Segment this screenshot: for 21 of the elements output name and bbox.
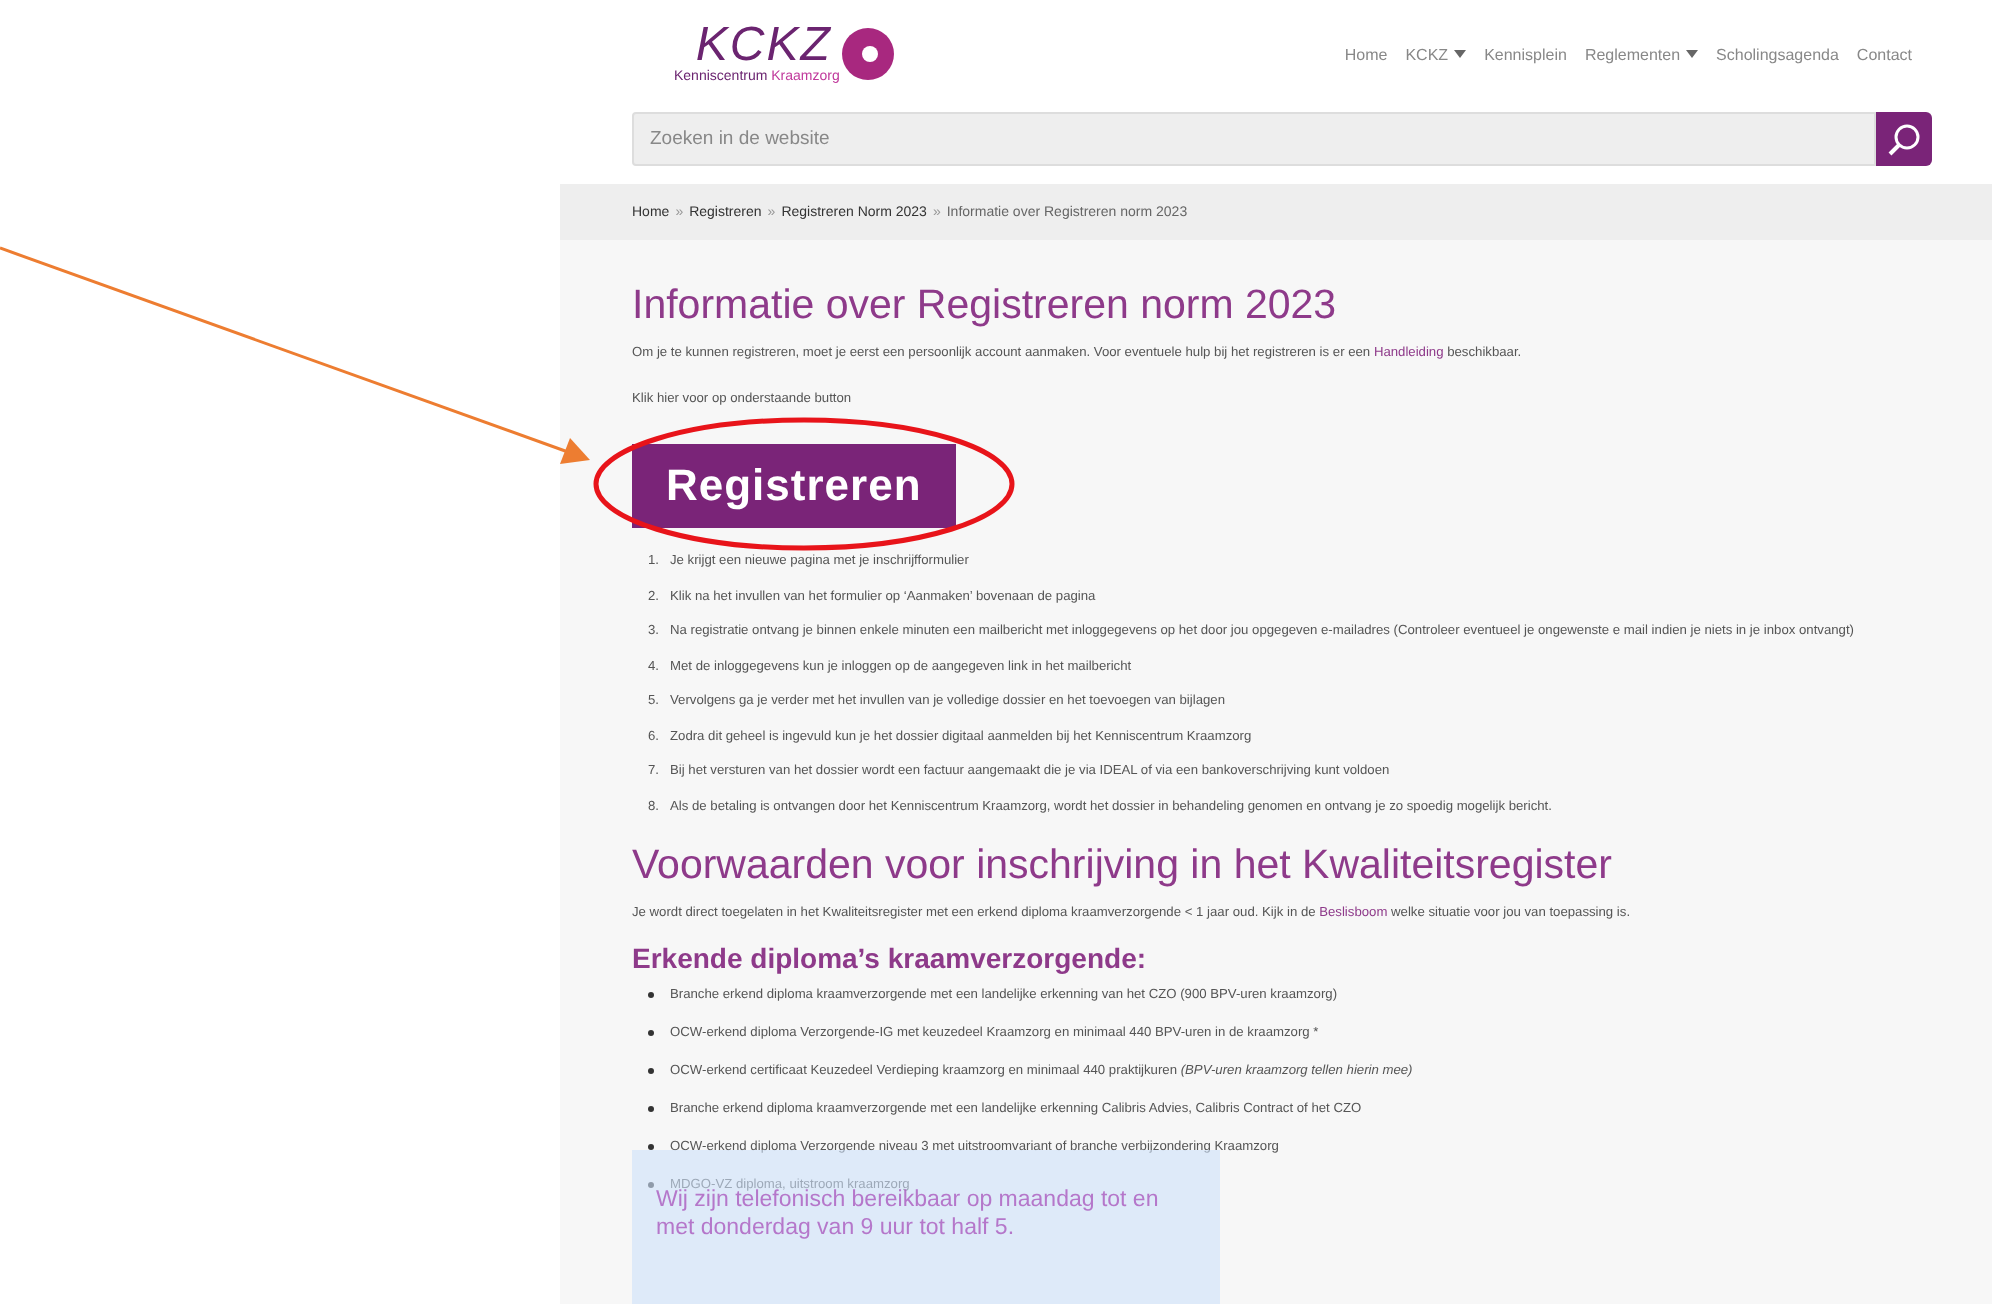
search-icon [1886,121,1922,157]
register-button[interactable]: Registreren [632,444,956,528]
nav-link[interactable]: Home [1344,45,1388,63]
section-title: Voorwaarden voor inschrijving in het Kwaliteitsregister [632,839,1614,891]
nav-link[interactable]: Scholingsagenda [1716,45,1839,63]
page-title: Informatie over Registreren norm 2023 [632,280,1339,332]
bullet-icon [648,1030,654,1036]
nav-link[interactable]: Contact [1856,45,1912,63]
bullet-icon [648,1144,654,1150]
bullet-icon [648,1068,654,1074]
nav-link[interactable]: KCKZ [1405,45,1467,63]
bullet-icon [648,992,654,998]
nav-link[interactable]: Kennisplein [1484,45,1567,63]
subsection-title: Erkende diploma’s kraamverzorgende: [632,939,1149,975]
nav-link[interactable]: Reglementen [1584,45,1699,63]
logo-wordmark: KCKZ [695,22,832,70]
logo-circle-icon [839,26,896,82]
bullet-icon [648,1106,654,1112]
search-button[interactable] [1876,112,1932,166]
bullet-icon [648,1182,654,1188]
search-field[interactable]: Zoeken in de website [632,112,1876,166]
